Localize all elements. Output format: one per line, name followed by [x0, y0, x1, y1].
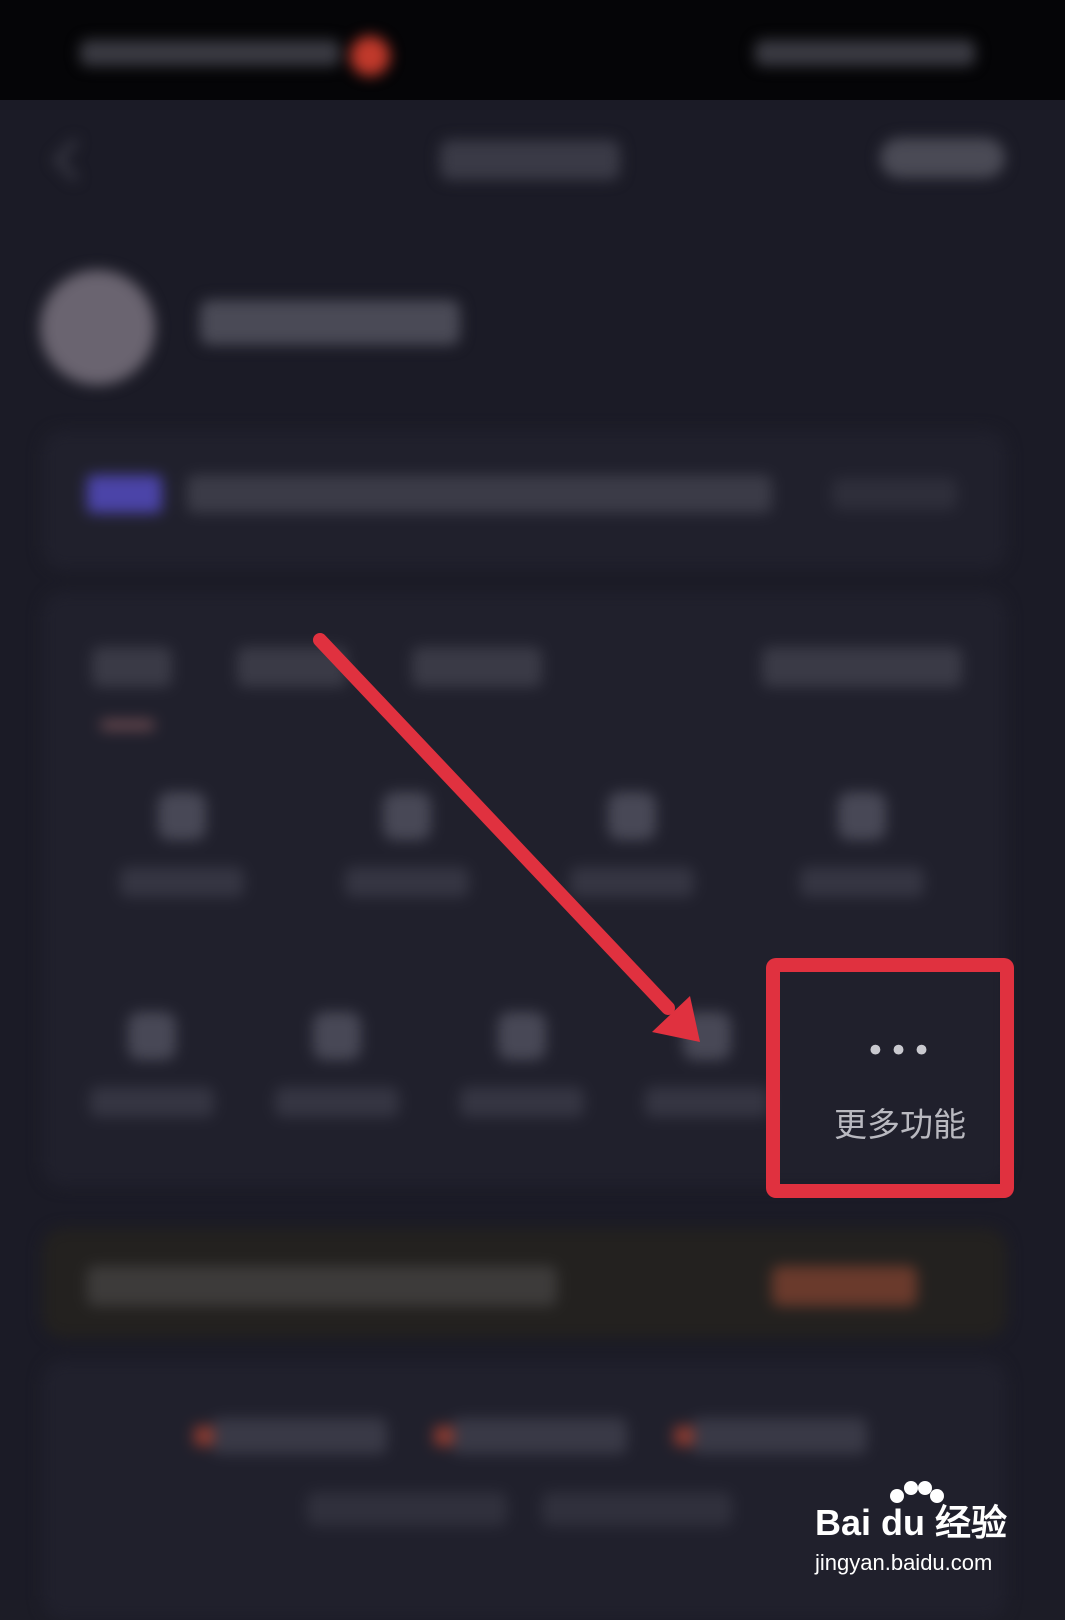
tool-icon [313, 1012, 361, 1060]
back-icon[interactable] [45, 135, 85, 185]
tool-item[interactable] [792, 792, 932, 922]
tool-icon [383, 792, 431, 840]
tool-item[interactable] [112, 792, 252, 922]
nav-right-button-blurred[interactable] [880, 138, 1005, 178]
tool-icon [608, 792, 656, 840]
bottom-item[interactable] [674, 1418, 867, 1454]
tool-label [570, 867, 694, 897]
tool-label [120, 867, 244, 897]
promo-action-button[interactable] [772, 1266, 917, 1306]
promo-banner[interactable] [42, 1228, 1007, 1338]
tool-label [800, 867, 924, 897]
tool-label [90, 1087, 214, 1117]
tool-icon [498, 1012, 546, 1060]
page-title-blurred [440, 140, 620, 180]
username-blurred[interactable] [200, 300, 460, 345]
notice-card[interactable] [42, 430, 1007, 570]
tool-label [460, 1087, 584, 1117]
more-dots-icon: ••• [865, 1031, 935, 1071]
tool-icon [838, 792, 886, 840]
active-tab-indicator [100, 720, 155, 730]
bottom-item[interactable] [194, 1418, 387, 1454]
notice-tag [87, 475, 162, 513]
bottom-link[interactable] [542, 1492, 732, 1526]
tool-item[interactable] [337, 792, 477, 922]
tool-icon [128, 1012, 176, 1060]
notice-more-link[interactable] [832, 478, 957, 510]
status-bar-left-blurred [80, 40, 340, 66]
tool-label [275, 1087, 399, 1117]
baidu-jingyan-watermark: Bai du 经验 jingyan.baidu.com [815, 1480, 1015, 1590]
tool-icon [158, 792, 206, 840]
tab-2[interactable] [237, 647, 347, 687]
watermark-logo: Bai du 经验 [815, 1502, 1008, 1543]
bottom-link[interactable] [307, 1492, 507, 1526]
promo-text-blurred [87, 1266, 557, 1306]
tool-item[interactable] [452, 1012, 592, 1142]
tab-1[interactable] [92, 647, 172, 687]
status-bar [0, 0, 1065, 100]
tool-item[interactable] [267, 1012, 407, 1142]
tab-more-link[interactable] [762, 647, 962, 687]
bottom-item[interactable] [434, 1418, 627, 1454]
tool-item[interactable] [562, 792, 702, 922]
tool-icon [683, 1012, 731, 1060]
watermark-url: jingyan.baidu.com [815, 1550, 993, 1575]
notification-dot [350, 36, 390, 76]
avatar[interactable] [40, 270, 155, 385]
more-features-button[interactable]: ••• 更多功能 [780, 980, 1020, 1180]
more-features-label: 更多功能 [834, 1105, 966, 1144]
tool-label [645, 1087, 769, 1117]
status-bar-right-blurred [755, 40, 975, 66]
tool-label [345, 867, 469, 897]
tool-item[interactable] [82, 1012, 222, 1142]
tool-item[interactable] [637, 1012, 777, 1142]
tab-3[interactable] [412, 647, 542, 687]
notice-text-blurred [187, 475, 772, 513]
